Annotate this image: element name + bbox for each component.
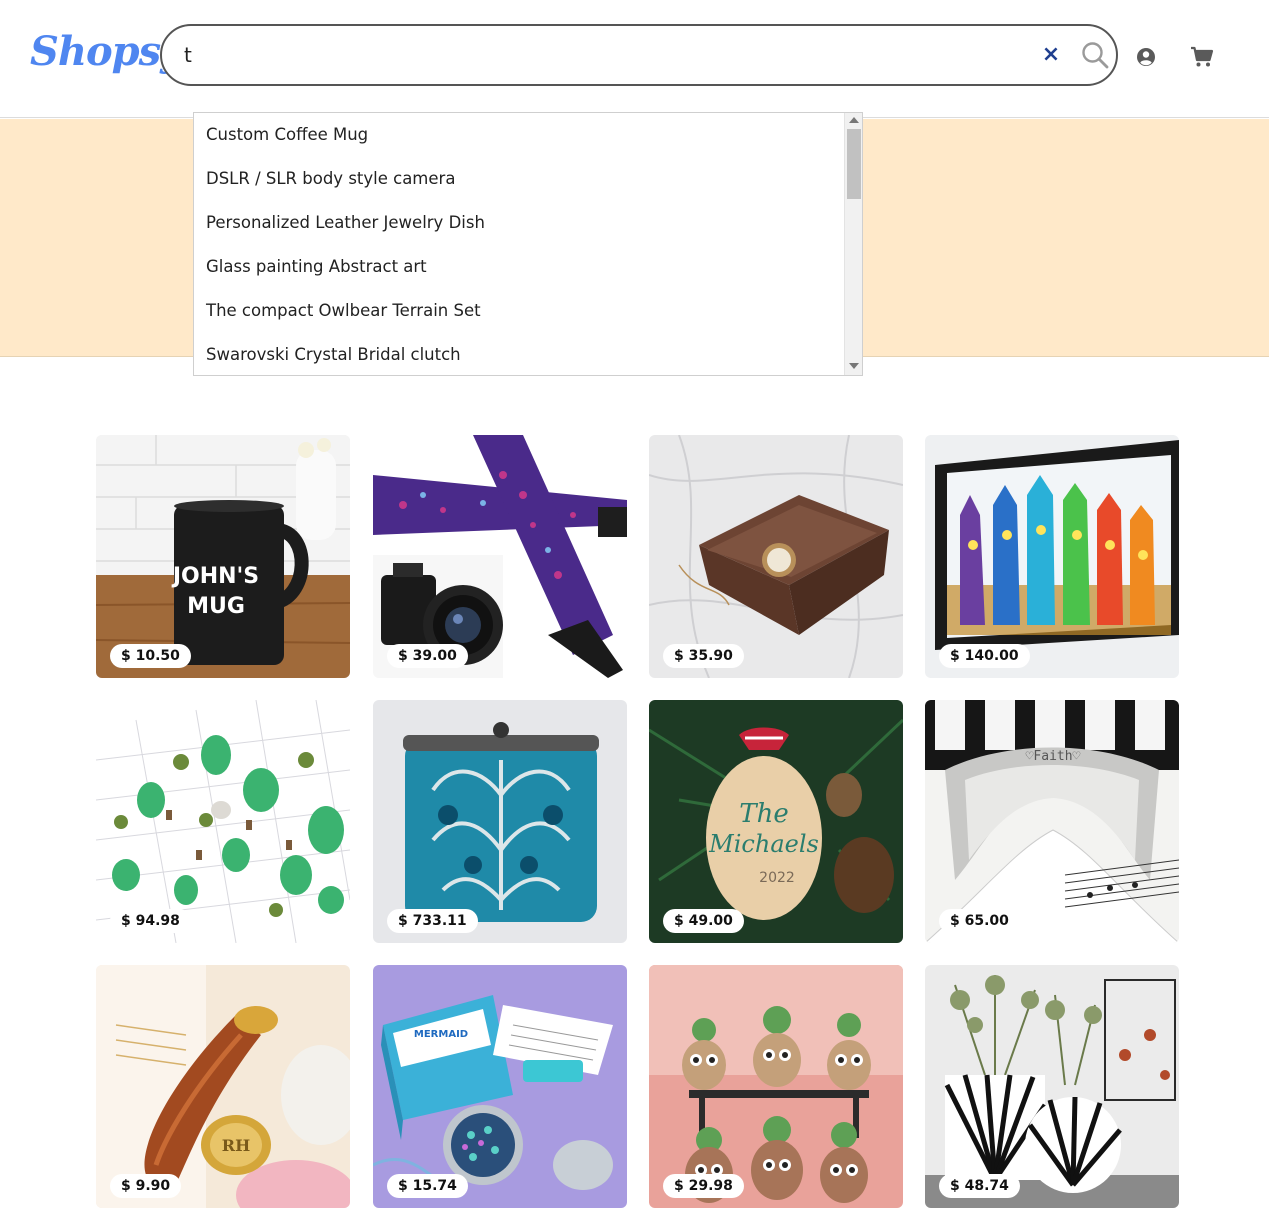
- leather-jewelry-dish-image: [649, 435, 903, 678]
- page-holder-faith-image: ♡Faith♡: [925, 700, 1179, 943]
- owlbear-terrain-set-image: [96, 700, 350, 943]
- striped-vases-image: [925, 965, 1179, 1208]
- mermaid-jewelry-kit-image: MERMAID: [373, 965, 627, 1208]
- search-icon: [1082, 42, 1109, 69]
- dropdown-scrollbar[interactable]: [844, 113, 862, 375]
- product-card[interactable]: RH $ 9.90: [96, 965, 350, 1208]
- product-price: $ 9.90: [110, 1174, 182, 1198]
- cart-icon: [1191, 46, 1214, 67]
- svg-text:Michaels: Michaels: [708, 830, 819, 858]
- scroll-up-arrow-icon[interactable]: [849, 117, 859, 123]
- product-price: $ 140.00: [939, 644, 1030, 668]
- clear-search-button[interactable]: ×: [1038, 42, 1064, 68]
- svg-text:The: The: [739, 799, 788, 829]
- svg-text:JOHN'S: JOHN'S: [171, 564, 259, 589]
- suggestion-item[interactable]: DSLR / SLR body style camera: [194, 157, 844, 201]
- suggestion-item[interactable]: Personalized Leather Jewelry Dish: [194, 201, 844, 245]
- product-card[interactable]: $ 35.90: [649, 435, 903, 678]
- product-price: $ 48.74: [939, 1174, 1020, 1198]
- camera-strap-image: [373, 435, 627, 678]
- product-price: $ 10.50: [110, 644, 191, 668]
- product-card[interactable]: $ 140.00: [925, 435, 1179, 678]
- svg-text:♡Faith♡: ♡Faith♡: [1026, 749, 1081, 764]
- account-button[interactable]: [1136, 47, 1156, 67]
- cart-button[interactable]: [1190, 46, 1214, 68]
- coffee-mug-image: JOHN'S MUG: [96, 435, 350, 678]
- search-box: ×: [160, 24, 1118, 86]
- product-card[interactable]: MERMAID $ 15.74: [373, 965, 627, 1208]
- product-price: $ 15.74: [387, 1174, 468, 1198]
- search-button[interactable]: [1080, 40, 1110, 70]
- product-price: $ 39.00: [387, 644, 468, 668]
- suggestion-item[interactable]: Glass painting Abstract art: [194, 245, 844, 289]
- product-price: $ 733.11: [387, 909, 478, 933]
- product-card[interactable]: $ 733.11: [373, 700, 627, 943]
- svg-text:MUG: MUG: [187, 594, 245, 619]
- crystal-bridal-clutch-image: [373, 700, 627, 943]
- svg-text:RH: RH: [222, 1136, 250, 1155]
- suggestion-item[interactable]: The compact Owlbear Terrain Set: [194, 289, 844, 333]
- user-icon: [1137, 48, 1155, 66]
- suggestion-item[interactable]: Swarovski Crystal Bridal clutch: [194, 333, 844, 375]
- product-card[interactable]: ♡Faith♡ $ 65.00: [925, 700, 1179, 943]
- product-price: $ 94.98: [110, 909, 191, 933]
- search-input[interactable]: [184, 40, 1024, 70]
- owl-planter-pots-image: [649, 965, 903, 1208]
- christmas-ornament-image: The Michaels 2022: [649, 700, 903, 943]
- scroll-down-arrow-icon[interactable]: [849, 363, 859, 369]
- product-price: $ 49.00: [663, 909, 744, 933]
- product-card[interactable]: JOHN'S MUG $ 10.50: [96, 435, 350, 678]
- wax-seal-stamp-image: RH: [96, 965, 350, 1208]
- scrollbar-thumb[interactable]: [847, 129, 861, 199]
- product-card[interactable]: $ 94.98: [96, 700, 350, 943]
- glass-painting-cats-image: [925, 435, 1179, 678]
- product-card[interactable]: The Michaels 2022 $ 49.00: [649, 700, 903, 943]
- search-suggestions-dropdown: Custom Coffee Mug DSLR / SLR body style …: [193, 112, 863, 376]
- product-card[interactable]: $ 39.00: [373, 435, 627, 678]
- product-price: $ 65.00: [939, 909, 1020, 933]
- product-card[interactable]: $ 29.98: [649, 965, 903, 1208]
- product-price: $ 29.98: [663, 1174, 744, 1198]
- svg-text:2022: 2022: [759, 870, 795, 886]
- suggestion-item[interactable]: Custom Coffee Mug: [194, 113, 844, 157]
- site-header: Shopsy ×: [0, 0, 1269, 118]
- product-card[interactable]: $ 48.74: [925, 965, 1179, 1208]
- svg-text:MERMAID: MERMAID: [414, 1029, 468, 1040]
- product-price: $ 35.90: [663, 644, 744, 668]
